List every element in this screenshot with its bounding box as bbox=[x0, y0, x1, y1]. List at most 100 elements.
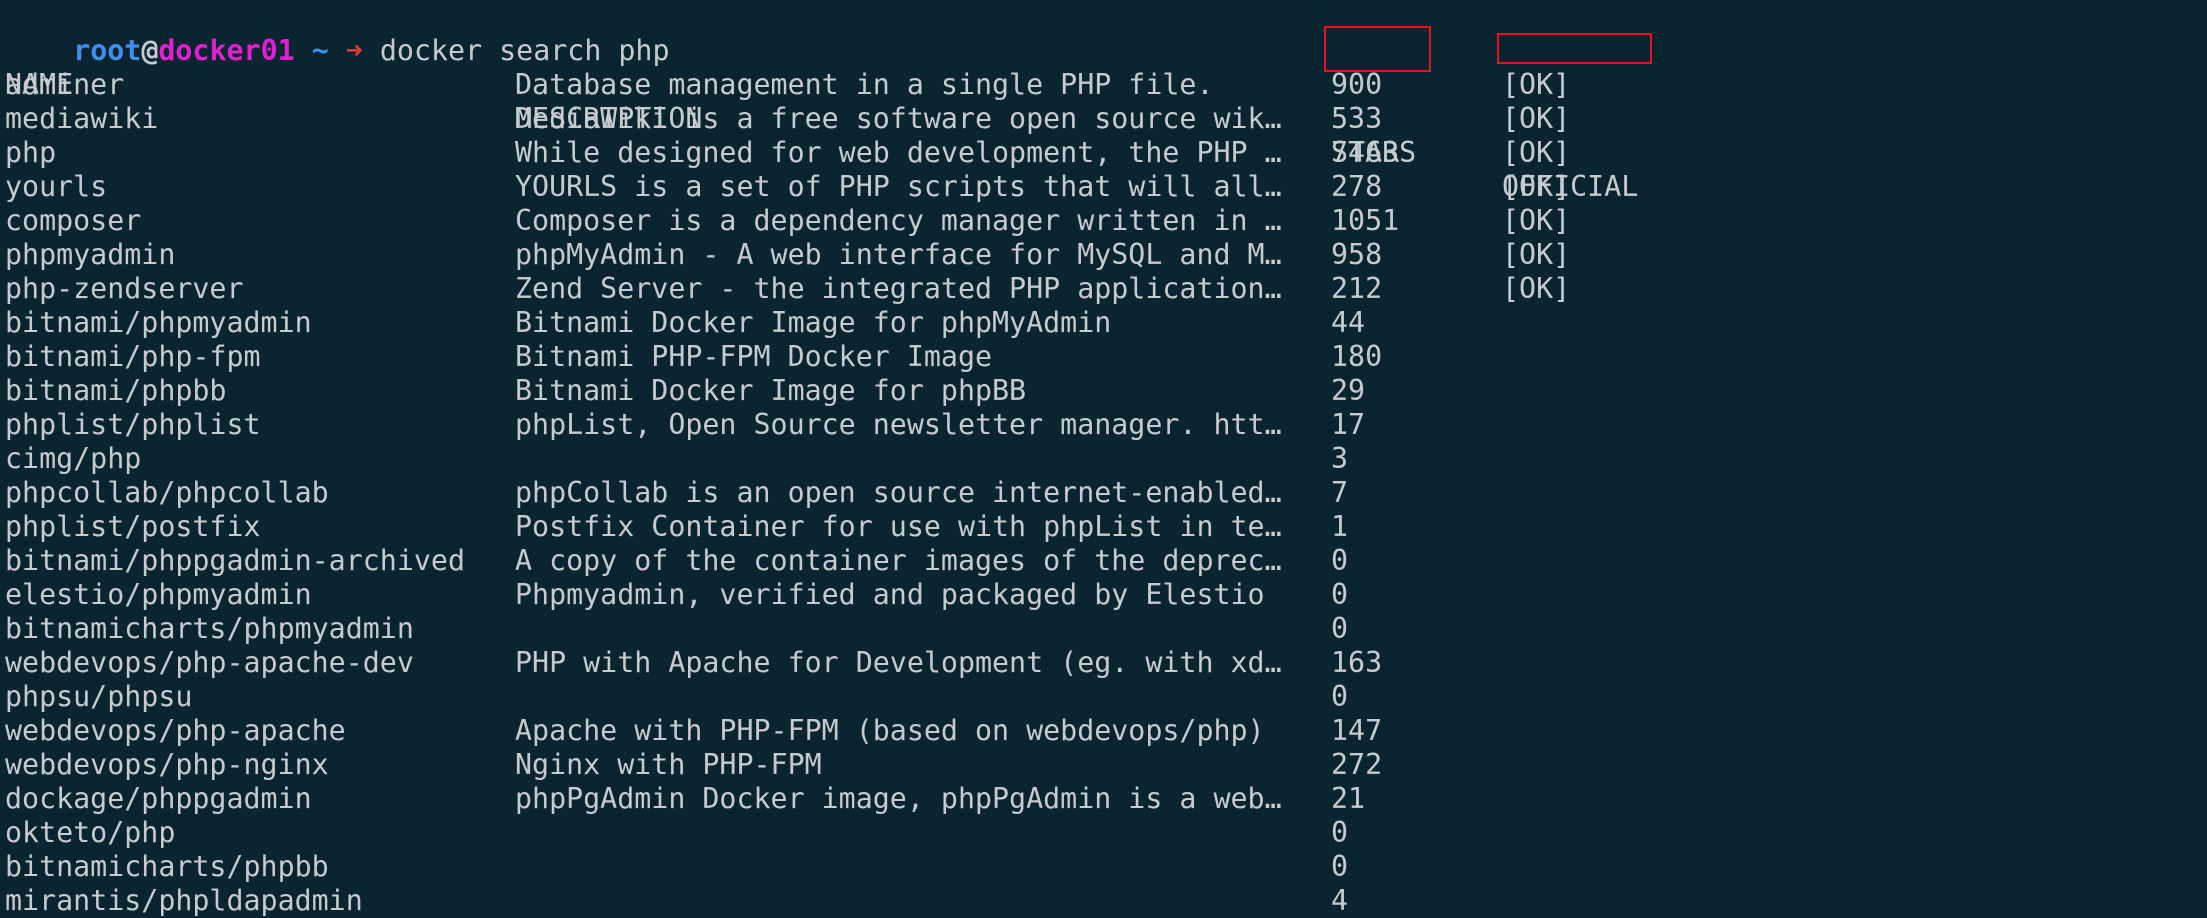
table-row: bitnami/phpbb Bitnami Docker Image for ph… bbox=[5, 374, 2205, 408]
cell-description: While designed for web development, the … bbox=[515, 136, 1282, 169]
cell-stars: 7 bbox=[1331, 476, 1349, 509]
cell-name: php-zendserver bbox=[5, 272, 244, 305]
cell-stars: 21 bbox=[1331, 782, 1366, 815]
cell-stars: 3 bbox=[1331, 442, 1349, 475]
table-row: dockage/phppgadmin phpPgAdmin Docker imag… bbox=[5, 782, 2205, 816]
cell-name: yourls bbox=[5, 170, 108, 203]
cell-official: [OK] bbox=[1502, 68, 1571, 101]
table-header-row: NAME DESCRIPTION STARS OFFICIAL bbox=[5, 34, 2205, 203]
cell-stars: 147 bbox=[1331, 714, 1383, 747]
cell-name: phpsu/phpsu bbox=[5, 680, 193, 713]
terminal-window[interactable]: root@docker01 ~ ➜ docker search php NAME… bbox=[5, 0, 2205, 918]
cell-description: Database management in a single PHP file… bbox=[515, 68, 1214, 101]
cell-description: Bitnami PHP-FPM Docker Image bbox=[515, 340, 993, 373]
cell-name: phpcollab/phpcollab bbox=[5, 476, 329, 509]
cell-name: bitnami/phpbb bbox=[5, 374, 227, 407]
cell-description: YOURLS is a set of PHP scripts that will… bbox=[515, 170, 1282, 203]
table-row: mediawiki MediaWiki is a free software op… bbox=[5, 102, 2205, 136]
cell-description: Apache with PHP-FPM (based on webdevops/… bbox=[515, 714, 1265, 747]
cell-description: phpCollab is an open source internet-ena… bbox=[515, 476, 1282, 509]
cell-name: bitnami/phppgadmin-archived bbox=[5, 544, 465, 577]
cell-description: MediaWiki is a free software open source… bbox=[515, 102, 1282, 135]
cell-name: phplist/phplist bbox=[5, 408, 261, 441]
table-row: bitnami/phppgadmin-archived A copy of the… bbox=[5, 544, 2205, 578]
cell-description: Postfix Container for use with phpList i… bbox=[515, 510, 1282, 543]
cell-name: phplist/postfix bbox=[5, 510, 261, 543]
cell-stars: 180 bbox=[1331, 340, 1383, 373]
cell-description: Bitnami Docker Image for phpBB bbox=[515, 374, 1027, 407]
cell-official: [OK] bbox=[1502, 238, 1571, 271]
table-row: webdevops/php-nginx Nginx with PHP-FPM 272 bbox=[5, 748, 2205, 782]
cell-description: Composer is a dependency manager written… bbox=[515, 204, 1282, 237]
table-row: bitnamicharts/phpbb 0 bbox=[5, 850, 2205, 884]
cell-name: composer bbox=[5, 204, 142, 237]
cell-name: adminer bbox=[5, 68, 125, 101]
cell-name: php bbox=[5, 136, 57, 169]
table-row: adminer Database management in a single P… bbox=[5, 68, 2205, 102]
table-row: yourls YOURLS is a set of PHP scripts tha… bbox=[5, 170, 2205, 204]
cell-description: Bitnami Docker Image for phpMyAdmin bbox=[515, 306, 1112, 339]
table-row: php-zendserver Zend Server - the integrat… bbox=[5, 272, 2205, 306]
cell-name: elestio/phpmyadmin bbox=[5, 578, 312, 611]
table-row: mirantis/phpldapadmin 4 bbox=[5, 884, 2205, 918]
cell-stars: 0 bbox=[1331, 544, 1349, 577]
cell-description: PHP with Apache for Development (eg. wit… bbox=[515, 646, 1282, 679]
table-row: phplist/postfix Postfix Container for use… bbox=[5, 510, 2205, 544]
cell-stars: 272 bbox=[1331, 748, 1383, 781]
table-row: bitnami/phpmyadmin Bitnami Docker Image f… bbox=[5, 306, 2205, 340]
cell-description: Nginx with PHP-FPM bbox=[515, 748, 822, 781]
cell-name: bitnami/phpmyadmin bbox=[5, 306, 312, 339]
cell-official: [OK] bbox=[1502, 204, 1571, 237]
cell-stars: 0 bbox=[1331, 850, 1349, 883]
cell-stars: 1 bbox=[1331, 510, 1349, 543]
cell-name: phpmyadmin bbox=[5, 238, 176, 271]
cell-stars: 533 bbox=[1331, 102, 1383, 135]
cell-name: dockage/phppgadmin bbox=[5, 782, 312, 815]
results-table: adminer Database management in a single P… bbox=[5, 68, 2205, 918]
cell-name: mediawiki bbox=[5, 102, 159, 135]
cell-stars: 212 bbox=[1331, 272, 1383, 305]
cell-name: bitnami/php-fpm bbox=[5, 340, 261, 373]
cell-stars: 958 bbox=[1331, 238, 1383, 271]
cell-name: webdevops/php-apache bbox=[5, 714, 346, 747]
cell-name: webdevops/php-apache-dev bbox=[5, 646, 414, 679]
table-row: phpsu/phpsu 0 bbox=[5, 680, 2205, 714]
cell-description: phpMyAdmin - A web interface for MySQL a… bbox=[515, 238, 1282, 271]
table-row: okteto/php 0 bbox=[5, 816, 2205, 850]
cell-stars: 163 bbox=[1331, 646, 1383, 679]
cell-name: mirantis/phpldapadmin bbox=[5, 884, 363, 917]
table-row: php While designed for web development, t… bbox=[5, 136, 2205, 170]
table-row: phpmyadmin phpMyAdmin - A web interface f… bbox=[5, 238, 2205, 272]
table-row: elestio/phpmyadmin Phpmyadmin, verified a… bbox=[5, 578, 2205, 612]
cell-stars: 29 bbox=[1331, 374, 1366, 407]
cell-stars: 4 bbox=[1331, 884, 1349, 917]
cell-stars: 17 bbox=[1331, 408, 1366, 441]
table-row: webdevops/php-apache Apache with PHP-FPM … bbox=[5, 714, 2205, 748]
cell-description: Phpmyadmin, verified and packaged by Ele… bbox=[515, 578, 1265, 611]
cell-stars: 0 bbox=[1331, 680, 1349, 713]
table-row: webdevops/php-apache-dev PHP with Apache … bbox=[5, 646, 2205, 680]
table-row: phpcollab/phpcollab phpCollab is an open … bbox=[5, 476, 2205, 510]
cell-name: bitnamicharts/phpbb bbox=[5, 850, 329, 883]
cell-stars: 0 bbox=[1331, 578, 1349, 611]
cell-stars: 0 bbox=[1331, 612, 1349, 645]
cell-stars: 1051 bbox=[1331, 204, 1400, 237]
table-row: phplist/phplist phpList, Open Source news… bbox=[5, 408, 2205, 442]
cell-stars: 0 bbox=[1331, 816, 1349, 849]
cell-official: [OK] bbox=[1502, 136, 1571, 169]
cell-description: Zend Server - the integrated PHP applica… bbox=[515, 272, 1282, 305]
cell-name: webdevops/php-nginx bbox=[5, 748, 329, 781]
cell-stars: 44 bbox=[1331, 306, 1366, 339]
table-row: bitnamicharts/phpmyadmin 0 bbox=[5, 612, 2205, 646]
table-row: bitnami/php-fpm Bitnami PHP-FPM Docker Im… bbox=[5, 340, 2205, 374]
table-row: composer Composer is a dependency manager… bbox=[5, 204, 2205, 238]
cell-name: cimg/php bbox=[5, 442, 142, 475]
prompt-line: root@docker01 ~ ➜ docker search php bbox=[5, 0, 2205, 67]
cell-description: A copy of the container images of the de… bbox=[515, 544, 1282, 577]
cell-stars: 900 bbox=[1331, 68, 1383, 101]
cell-name: okteto/php bbox=[5, 816, 176, 849]
cell-description: phpList, Open Source newsletter manager.… bbox=[515, 408, 1282, 441]
cell-stars: 278 bbox=[1331, 170, 1383, 203]
cell-official: [OK] bbox=[1502, 170, 1571, 203]
cell-name: bitnamicharts/phpmyadmin bbox=[5, 612, 414, 645]
